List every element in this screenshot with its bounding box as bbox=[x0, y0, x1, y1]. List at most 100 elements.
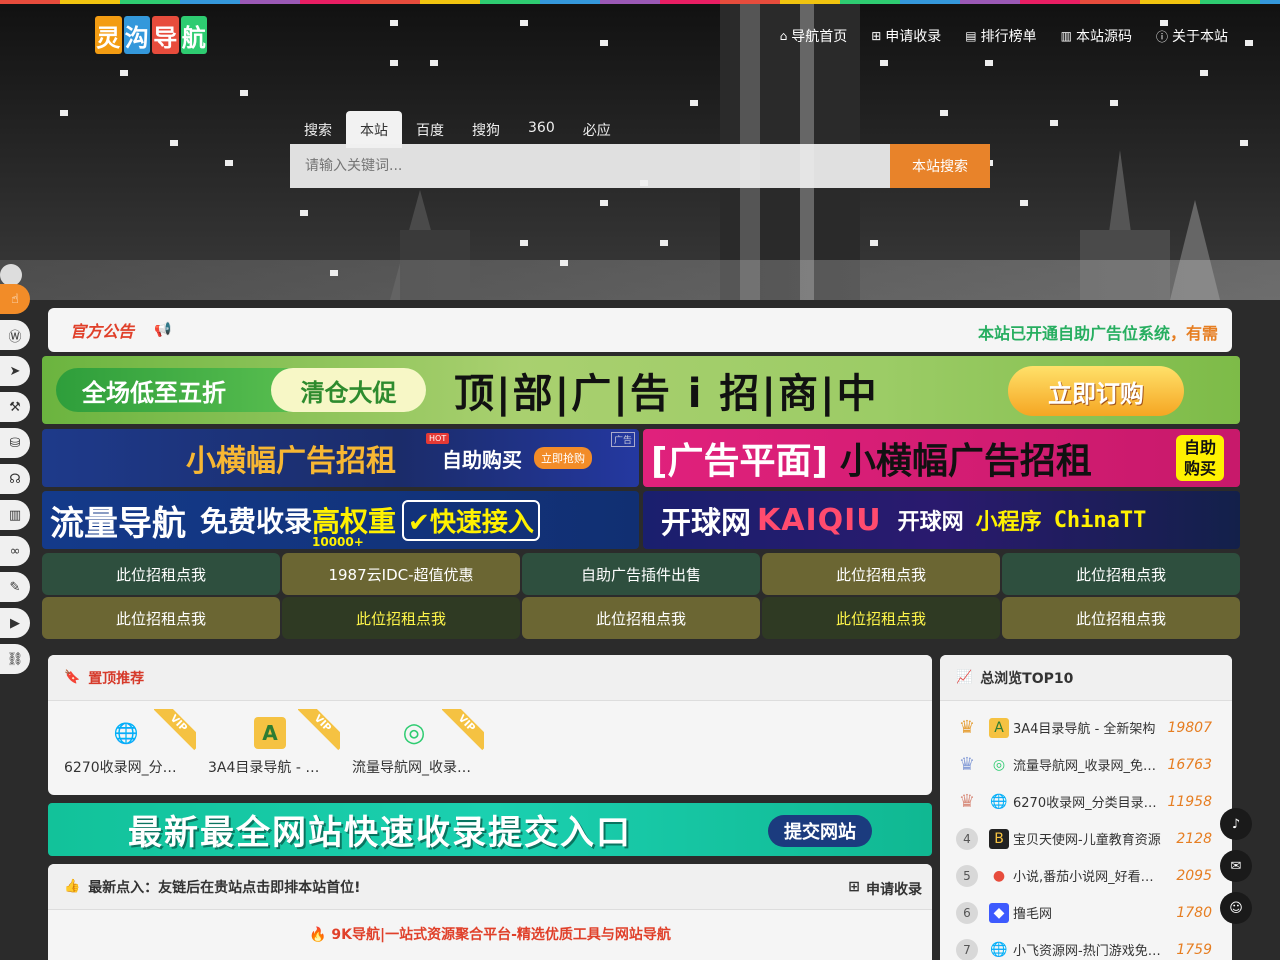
site-logo[interactable]: 灵 沟 导 航 bbox=[95, 16, 207, 56]
mail-icon[interactable]: ✉ bbox=[1220, 850, 1252, 882]
game-logo-icon: ◆ bbox=[989, 902, 1009, 923]
sidebar-item[interactable]: ➤ bbox=[0, 356, 30, 386]
nav-item[interactable]: ▥ 本站源码 bbox=[1061, 26, 1132, 46]
recommend-list: 🌐 6270收录网_分类目录 VIP A 3A4目录导航 - 全新架构 VIP ◎ 流量导航网… bbox=[48, 701, 932, 777]
rank-item-count: 16763 bbox=[1167, 756, 1212, 773]
floating-buttons: ♪ ✉ ☺ bbox=[1220, 808, 1252, 924]
rank-item[interactable]: ♛ A 3A4目录导航 - 全新架构 19807 bbox=[940, 709, 1232, 746]
text-ad-link[interactable]: 此位招租点我 bbox=[1002, 597, 1240, 639]
top10-card: 📈 总浏览TOP10 ♛ A 3A4目录导航 - 全新架构 19807 ♛ ◎ 流量导航网_… bbox=[940, 655, 1232, 960]
crown-icon: ♛ bbox=[958, 754, 976, 775]
submit-banner-text: 最新最全网站快速收录提交入口 bbox=[128, 813, 632, 853]
sidebar-item[interactable]: ✎ bbox=[0, 572, 30, 602]
nav-item[interactable]: ⓘ 关于本站 bbox=[1156, 26, 1228, 46]
rank-item[interactable]: 7 🌐 小飞资源网-热门游戏免费下载 1759 bbox=[940, 931, 1232, 960]
plane-banner-ad[interactable]: [广告平面] 小横幅广告招租 自助 购买 bbox=[643, 429, 1240, 487]
badge-line-1: 自助 bbox=[1183, 438, 1216, 457]
latest-site-link[interactable]: 🔥 9K导航|一站式资源聚合平台-精选优质工具与网站导航 bbox=[48, 924, 932, 944]
card-header: 👍 最新点入：友链后在贵站点击即排本站首位! ⊞ 申请收录 bbox=[48, 864, 932, 910]
announcement-label: 官方公告 bbox=[70, 322, 135, 341]
sidebar-item[interactable]: ⛓ bbox=[0, 644, 30, 674]
search-button[interactable]: 本站搜索 bbox=[890, 144, 990, 188]
3a4-logo-icon: A bbox=[989, 717, 1009, 738]
sidebar-item[interactable]: ∞ bbox=[0, 536, 30, 566]
card-title: 置顶推荐 bbox=[88, 670, 145, 687]
rank-item-count: 1780 bbox=[1176, 904, 1212, 921]
left-sidebar: ☝ Ⓦ ➤ ⚒ ⛁ ☊ ▥ ∞ ✎ ▶ ⛓ bbox=[0, 284, 30, 674]
sidebar-toggle[interactable] bbox=[0, 264, 24, 286]
text-ad-link[interactable]: 1987云IDC-超值优惠 bbox=[282, 553, 520, 595]
kaiqiu-ad[interactable]: 开球网 KAIQIU 开球网 小程序 ChinaTT bbox=[643, 491, 1240, 549]
nav-item-label: 排行榜单 bbox=[980, 29, 1037, 45]
recommend-item[interactable]: A 3A4目录导航 - 全新架构 VIP bbox=[208, 709, 340, 777]
small-banner-ad[interactable]: 小横幅广告招租 HOT 自助购买 立即抢购 广告 bbox=[42, 429, 639, 487]
top-ad-banner[interactable]: 全场低至五折 清仓大促 顶|部|广|告 i 招|商|中 立即订购 bbox=[42, 356, 1240, 424]
nav-item[interactable]: ▤ 排行榜单 bbox=[965, 26, 1036, 46]
sidebar-item[interactable]: ☊ bbox=[0, 464, 30, 494]
sidebar-item[interactable]: ▥ bbox=[0, 500, 30, 530]
recommend-item[interactable]: ◎ 流量导航网_收录网站 VIP bbox=[352, 709, 484, 777]
apply-include-link[interactable]: ⊞ 申请收录 bbox=[848, 879, 922, 899]
nav-item[interactable]: ⌂ 导航首页 bbox=[780, 26, 848, 46]
rainbow-strip bbox=[0, 0, 1280, 4]
bell-icon[interactable]: ♪ bbox=[1220, 808, 1252, 840]
ring-logo-icon: ◎ bbox=[402, 718, 426, 748]
submit-site-button[interactable]: 提交网站 bbox=[768, 815, 872, 847]
order-now-button[interactable]: 立即订购 bbox=[1008, 366, 1184, 416]
nav-item-label: 本站源码 bbox=[1075, 29, 1132, 45]
search-input[interactable] bbox=[290, 144, 890, 188]
sidebar-item[interactable]: ▶ bbox=[0, 608, 30, 638]
vip-ribbon-label: VIP bbox=[154, 709, 196, 751]
sidebar-item[interactable]: ☝ bbox=[0, 284, 30, 314]
search-tab[interactable]: 百度 bbox=[402, 111, 458, 148]
tomato-icon: ● bbox=[992, 867, 1006, 884]
sidebar-item[interactable]: ⚒ bbox=[0, 392, 30, 422]
wechat-icon[interactable]: ☺ bbox=[1220, 892, 1252, 924]
ad-chinatt: ChinaTT bbox=[1053, 507, 1147, 533]
text-ad-link[interactable]: 此位招租点我 bbox=[762, 597, 1000, 639]
ad-title: 小横幅广告招租 bbox=[186, 444, 396, 479]
nav-item-label: 申请收录 bbox=[885, 29, 942, 45]
ad-row: 流量导航 免费收录 高权重 ✔快速接入 10000+ 开球网 KAIQIU 开球网… bbox=[42, 491, 1240, 549]
text-ad-link[interactable]: 此位招租点我 bbox=[282, 597, 520, 639]
wrench-icon: ⚒ bbox=[9, 399, 21, 415]
announcement-text[interactable]: 本站已开通自助广告位系统，有需 bbox=[978, 320, 1274, 344]
text-ad-link[interactable]: 此位招租点我 bbox=[522, 597, 760, 639]
search-tab[interactable]: 必应 bbox=[569, 111, 625, 148]
recommend-item[interactable]: 🌐 6270收录网_分类目录 VIP bbox=[64, 709, 196, 777]
text-ad-link[interactable]: 此位招租点我 bbox=[42, 553, 280, 595]
search-tab[interactable]: 本站 bbox=[346, 111, 402, 148]
chain-icon: ⛓ bbox=[6, 651, 24, 667]
sidebar-item[interactable]: ⛁ bbox=[0, 428, 30, 458]
text-ad-link[interactable]: 此位招租点我 bbox=[42, 597, 280, 639]
rank-item[interactable]: ♛ 🌐 6270收录网_分类目录网站 11958 bbox=[940, 783, 1232, 820]
sidebar-item[interactable]: Ⓦ bbox=[0, 320, 30, 350]
text-ad-link[interactable]: 自助广告插件出售 bbox=[522, 553, 760, 595]
submit-site-banner[interactable]: 最新最全网站快速收录提交入口 提交网站 bbox=[48, 803, 932, 856]
thumbs-up-icon: ☝ bbox=[11, 291, 19, 307]
globe-icon: 🌐 bbox=[990, 941, 1008, 958]
rank-item[interactable]: 5 ● 小说,番茄小说网_好看的小说 2095 bbox=[940, 857, 1232, 894]
3a4-logo-icon: A bbox=[254, 717, 286, 749]
rank-item[interactable]: 4 B 宝贝天使网-儿童教育资源 2128 bbox=[940, 820, 1232, 857]
traffic-nav-ad[interactable]: 流量导航 免费收录 高权重 ✔快速接入 10000+ bbox=[42, 491, 639, 549]
plus-square-icon: ⊞ bbox=[848, 879, 860, 895]
search-tab[interactable]: 搜狗 bbox=[458, 111, 514, 148]
search-tabs: 搜索 本站 百度 搜狗 360 必应 bbox=[290, 111, 625, 148]
nav-item[interactable]: ⊞ 申请收录 bbox=[871, 26, 941, 46]
announcement-text-b: ，有需 bbox=[1170, 324, 1219, 343]
search-tab[interactable]: 360 bbox=[514, 111, 569, 148]
vip-ribbon: VIP bbox=[154, 709, 196, 751]
recommend-item-name: 流量导航网_收录网站 bbox=[352, 760, 476, 776]
grab-now-button[interactable]: 立即抢购 bbox=[534, 447, 592, 469]
card-title: 总浏览TOP10 bbox=[980, 670, 1074, 687]
text-ad-link[interactable]: 此位招租点我 bbox=[762, 553, 1000, 595]
promo-pill-right: 清仓大促 bbox=[271, 368, 426, 412]
text-ad-link[interactable]: 此位招租点我 bbox=[1002, 553, 1240, 595]
recommend-item-name: 3A4目录导航 - 全新架构 bbox=[208, 760, 332, 776]
promo-pill-left: 全场低至五折 bbox=[82, 378, 226, 407]
headphones-icon: ☊ bbox=[9, 471, 21, 487]
rank-item[interactable]: ♛ ◎ 流量导航网_收录网_免费收录 16763 bbox=[940, 746, 1232, 783]
rank-item[interactable]: 6 ◆ 撸毛网 1780 bbox=[940, 894, 1232, 931]
vip-ribbon: VIP bbox=[442, 709, 484, 751]
